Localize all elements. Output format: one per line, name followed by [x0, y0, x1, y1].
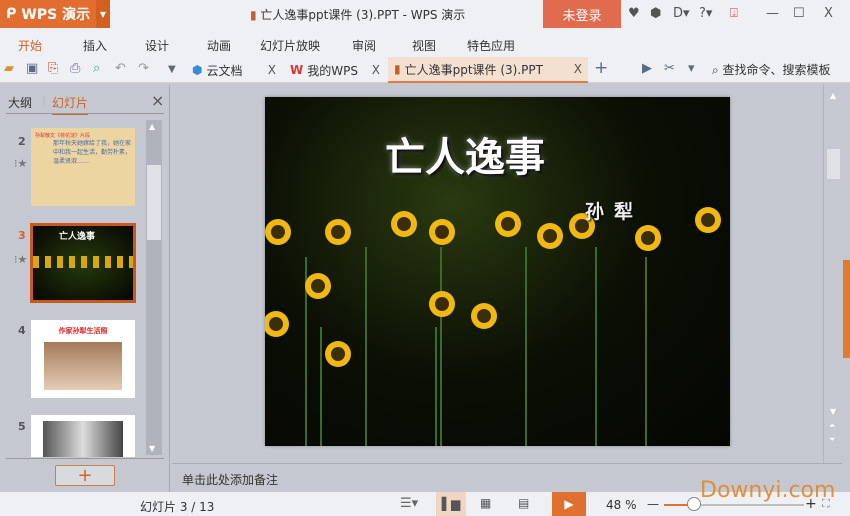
app-menu-button[interactable]: ᑭ WPS 演示 ▼: [0, 0, 110, 28]
slide-thumbnail-4[interactable]: 作家孙犁生活照: [31, 320, 135, 398]
tools-icon[interactable]: ✂: [664, 61, 675, 76]
slide-thumbnail-3[interactable]: 亡人逸事: [30, 223, 136, 303]
slide-number: 2: [18, 135, 26, 148]
zoom-slider[interactable]: [664, 504, 804, 506]
flower-image: [265, 213, 730, 446]
current-slide[interactable]: 亡人逸事 孙犁: [265, 97, 730, 446]
login-button[interactable]: 未登录: [543, 0, 621, 28]
photo-thumbnail: [44, 342, 122, 390]
tab-my-wps[interactable]: W 我的WPS X: [284, 57, 386, 83]
close-tab-icon[interactable]: X: [372, 63, 380, 77]
export-pdf-icon[interactable]: ⎘: [48, 61, 58, 76]
slide-author[interactable]: 孙犁: [585, 197, 643, 224]
add-slide-button[interactable]: +: [55, 465, 115, 486]
search-command-input[interactable]: ⌕ 查找命令、搜索模板: [712, 61, 831, 78]
download-icon[interactable]: ⍗: [730, 6, 738, 21]
menu-insert[interactable]: 插入: [83, 37, 107, 54]
menu-home[interactable]: 开始: [18, 37, 42, 54]
watermark: Downyi.com: [700, 478, 836, 503]
tab-cloud-docs[interactable]: ⬢ 云文档 X: [186, 57, 282, 83]
slide-number: 3: [18, 229, 26, 242]
toolbar-more-icon[interactable]: ▼: [168, 64, 176, 75]
previous-slide-icon: ⏶: [829, 421, 836, 430]
scroll-up-icon: ▲: [830, 91, 837, 100]
help-button[interactable]: ?▾: [699, 6, 712, 21]
animation-star-icon: ⁝★: [14, 253, 28, 266]
tab-document[interactable]: ▮ 亡人逸事ppt课件 (3).PPT X: [388, 57, 588, 83]
close-panel-button[interactable]: ×: [151, 91, 164, 110]
zoom-level: 48 %: [606, 498, 637, 512]
ppt-file-icon: ▮: [394, 62, 401, 76]
menu-design[interactable]: 设计: [145, 37, 169, 54]
share-icon[interactable]: D▾: [673, 6, 690, 21]
photo-thumbnail: [43, 421, 123, 457]
wps-logo-icon: ᑭ: [6, 6, 17, 22]
save-icon[interactable]: ▣: [26, 61, 38, 76]
play-icon[interactable]: ▶: [642, 61, 652, 76]
scroll-thumb[interactable]: [147, 165, 161, 240]
menu-review[interactable]: 审阅: [352, 37, 376, 54]
tab-outline[interactable]: 大纲: [8, 94, 32, 111]
notes-toggle-icon[interactable]: ☰▾: [400, 496, 418, 511]
close-tab-icon[interactable]: X: [268, 63, 276, 77]
menu-view[interactable]: 视图: [412, 37, 436, 54]
slide-number: 5: [18, 420, 26, 433]
slide-thumbnail-2[interactable]: 孙犁散文《荷花淀》片段 那年秋天她嫁给了我，她在家中和我一起生活，勤劳朴素，温柔…: [31, 128, 135, 206]
skin-icon[interactable]: ♥: [628, 6, 640, 21]
slide-sorter-icon[interactable]: ▦: [480, 496, 491, 510]
menu-special[interactable]: 特色应用: [467, 37, 515, 54]
menu-animation[interactable]: 动画: [207, 37, 231, 54]
normal-view-button[interactable]: ▌▆: [436, 492, 466, 516]
open-icon[interactable]: ▰: [4, 61, 14, 76]
animation-star-icon: ⁝★: [14, 157, 28, 170]
redo-icon[interactable]: ↷: [138, 61, 149, 76]
wps-icon: W: [290, 63, 304, 77]
slide-scrollbar[interactable]: ▲ ▼ ⏶ ⏷: [823, 85, 843, 463]
thumbnail-scrollbar[interactable]: ▲ ▼: [146, 120, 162, 455]
scroll-down-icon: ▼: [149, 444, 156, 453]
scroll-thumb[interactable]: [827, 149, 840, 179]
scroll-up-icon: ▲: [149, 122, 156, 131]
ppt-file-icon: ▮: [250, 8, 261, 22]
close-tab-icon[interactable]: X: [574, 62, 582, 76]
slide-indicator: 幻灯片 3 / 13: [140, 500, 215, 514]
slide-number: 4: [18, 324, 26, 337]
slide-thumbnail-5[interactable]: [31, 415, 135, 457]
zoom-slider-handle[interactable]: [686, 497, 701, 511]
zoom-out-button[interactable]: —: [647, 497, 659, 511]
new-tab-button[interactable]: +: [594, 58, 608, 78]
play-icon: ▶: [564, 497, 574, 511]
print-icon[interactable]: ⎙: [70, 61, 80, 76]
close-button[interactable]: X: [824, 6, 833, 21]
undo-icon[interactable]: ↶: [115, 61, 126, 76]
menu-slideshow[interactable]: 幻灯片放映: [260, 37, 320, 54]
print-preview-icon[interactable]: ⌕: [93, 61, 100, 76]
maximize-button[interactable]: ☐: [793, 6, 805, 21]
search-icon: ⌕: [712, 63, 723, 77]
pin-icon[interactable]: ▾: [688, 61, 695, 76]
side-panel-handle[interactable]: [843, 260, 850, 358]
cloud-icon: ⬢: [192, 63, 203, 77]
play-slideshow-button[interactable]: ▶: [552, 492, 586, 516]
chevron-down-icon: ▼: [96, 0, 110, 28]
next-slide-icon: ⏷: [829, 435, 836, 444]
slide-title[interactable]: 亡人逸事: [385, 125, 545, 183]
settings-icon[interactable]: ⬢: [650, 6, 661, 21]
scroll-down-icon: ▼: [830, 407, 837, 416]
window-title: ▮ 亡人逸事ppt课件 (3).PPT - WPS 演示: [250, 8, 466, 22]
normal-view-icon: ▌▆: [441, 497, 461, 511]
reading-view-icon[interactable]: ▤: [518, 496, 529, 510]
tab-slides[interactable]: 幻灯片: [52, 94, 89, 115]
minimize-button[interactable]: —: [766, 6, 779, 21]
